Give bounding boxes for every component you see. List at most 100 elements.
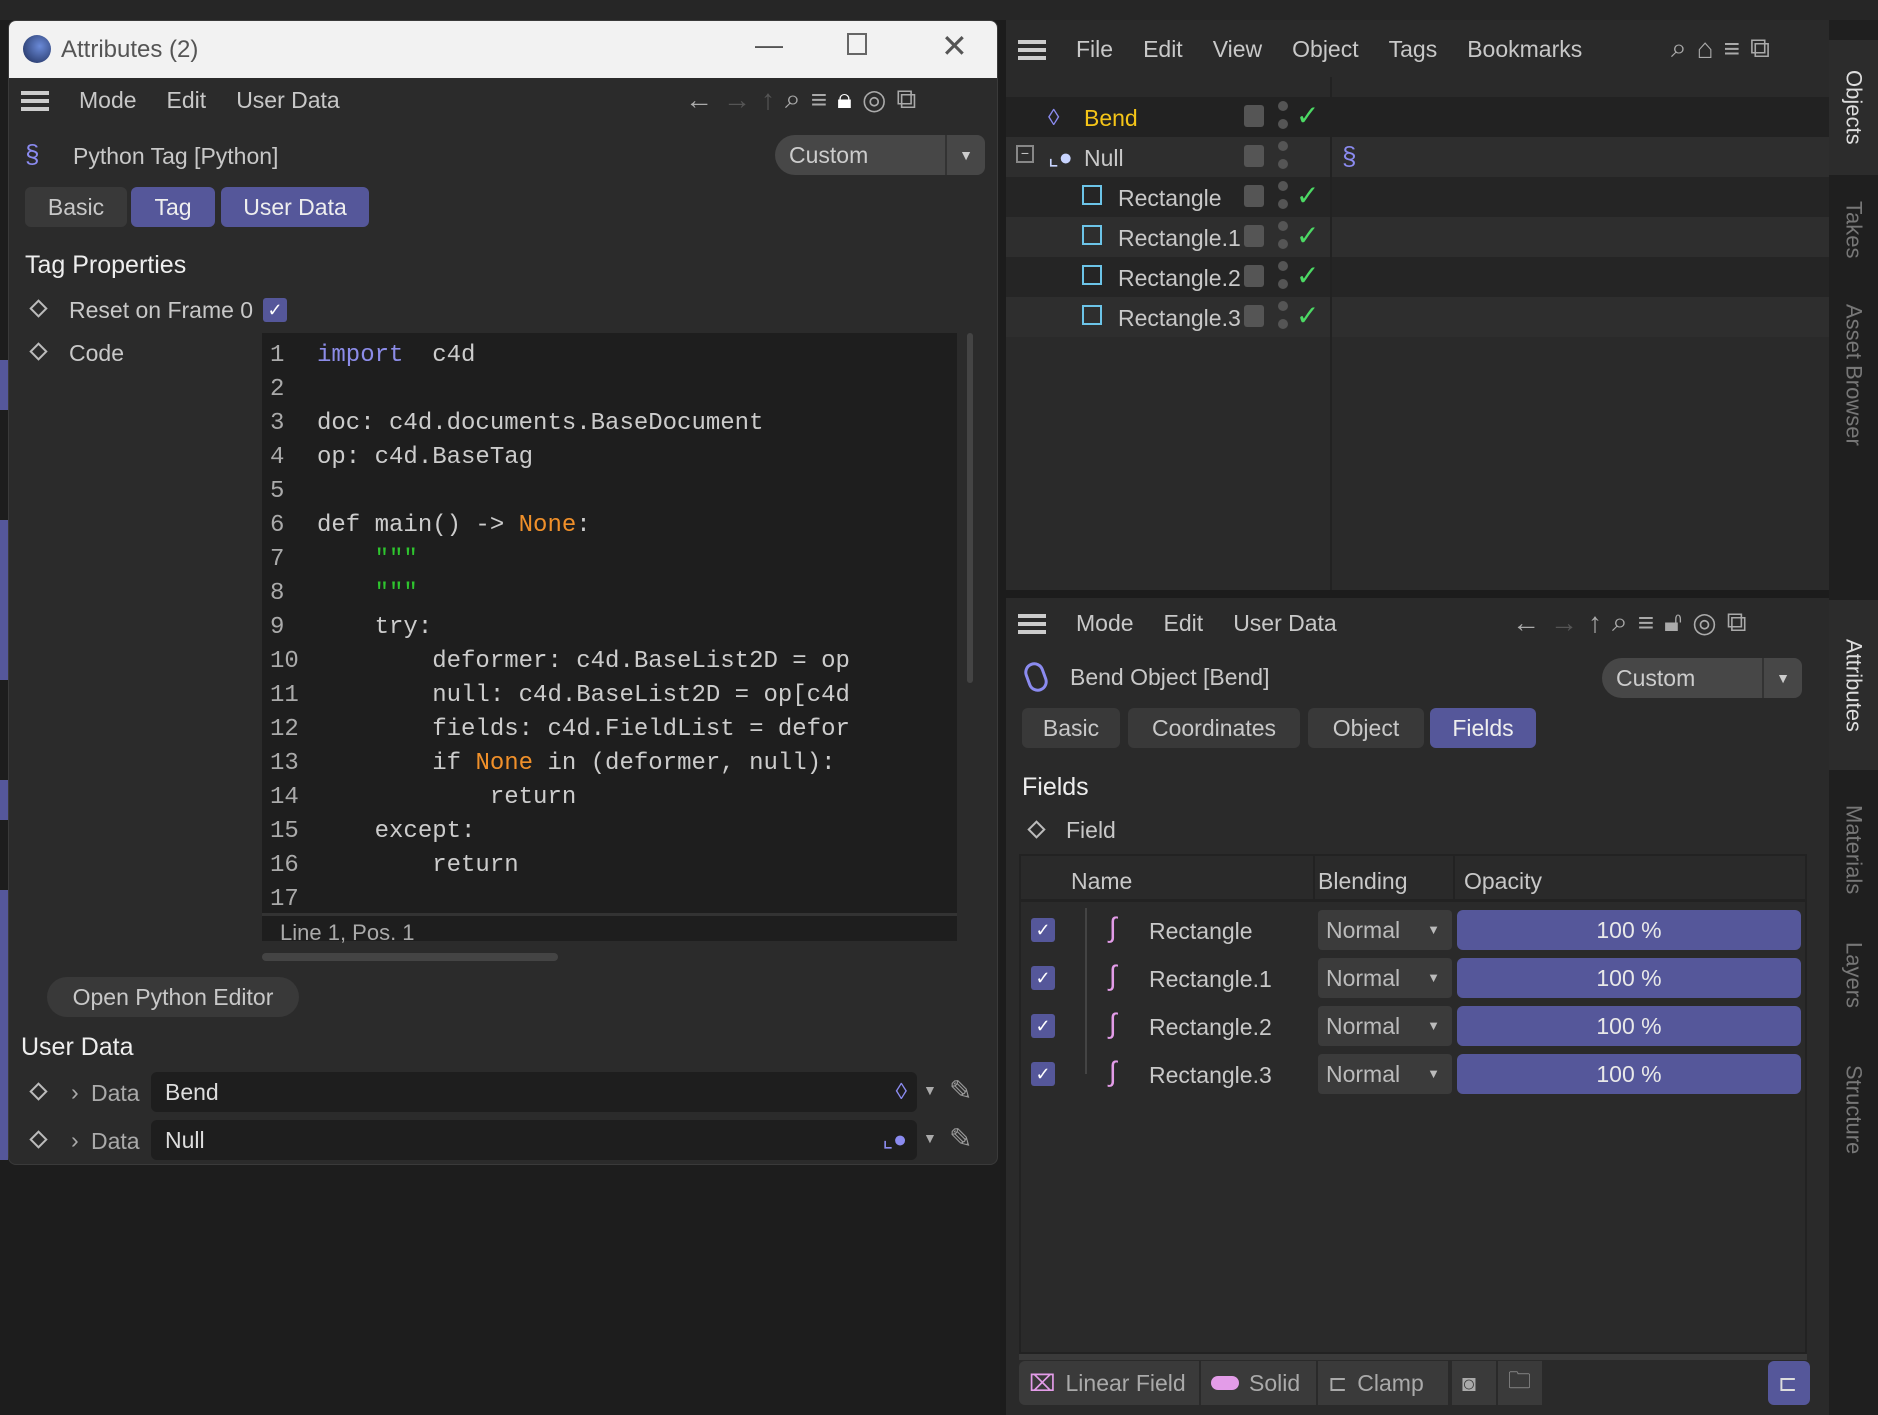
blending-dropdown[interactable]: Normal ▼	[1318, 910, 1452, 950]
field-row[interactable]: ✓ ∫ Rectangle.1 Normal ▼ 100 %	[1021, 956, 1805, 1004]
tab-user-data[interactable]: User Data	[221, 187, 369, 227]
visibility-dot-editor[interactable]	[1278, 181, 1288, 191]
object-row[interactable]: − ⌞● Null §	[1006, 137, 1829, 177]
menu-mode[interactable]: Mode	[79, 87, 137, 114]
side-tab-layers[interactable]: Layers	[1829, 925, 1878, 1025]
filter-icon[interactable]: ≡	[811, 84, 827, 116]
field-row[interactable]: ✓ ∫ Rectangle Normal ▼ 100 %	[1021, 908, 1805, 956]
object-name[interactable]: Rectangle	[1118, 185, 1222, 212]
object-row[interactable]: ◊ Bend ✓	[1006, 97, 1829, 137]
object-name[interactable]: Bend	[1084, 105, 1138, 132]
eyedropper-icon[interactable]: ✎	[949, 1074, 972, 1107]
new-window-icon[interactable]: ⧉	[1727, 606, 1747, 639]
column-blending[interactable]: Blending	[1318, 868, 1408, 895]
field-row[interactable]: ✓ ∫ Rectangle.2 Normal ▼ 100 %	[1021, 1004, 1805, 1052]
chevron-down-icon[interactable]: ▼	[923, 1130, 937, 1146]
expand-chevron-icon[interactable]: ›	[71, 1079, 79, 1106]
keyframe-diamond-icon[interactable]	[29, 1130, 48, 1149]
visibility-dot-render[interactable]	[1278, 279, 1288, 289]
tab-coordinates[interactable]: Coordinates	[1128, 708, 1300, 748]
field-enable-checkbox[interactable]: ✓	[1031, 966, 1055, 990]
back-arrow-icon[interactable]: ←	[1512, 607, 1540, 639]
object-name[interactable]: Null	[1084, 145, 1124, 172]
opacity-slider[interactable]: 100 %	[1457, 1054, 1801, 1094]
open-python-editor-button[interactable]: Open Python Editor	[47, 977, 299, 1017]
keyframe-diamond-icon[interactable]	[29, 299, 48, 318]
expand-chevron-icon[interactable]: ›	[71, 1127, 79, 1154]
object-name[interactable]: Rectangle.1	[1118, 225, 1241, 252]
object-row[interactable]: Rectangle.2 ✓	[1006, 257, 1829, 297]
maximize-button[interactable]	[847, 33, 867, 55]
field-row[interactable]: ✓ ∫ Rectangle.3 Normal ▼ 100 %	[1021, 1052, 1805, 1096]
visibility-dot-editor[interactable]	[1278, 221, 1288, 231]
back-arrow-icon[interactable]: ←	[685, 84, 713, 116]
menu-edit[interactable]: Edit	[1164, 610, 1204, 637]
object-row[interactable]: Rectangle.3 ✓	[1006, 297, 1829, 337]
mask-button[interactable]: ◙	[1452, 1361, 1496, 1405]
preset-dropdown[interactable]: Custom ▼	[775, 135, 985, 175]
side-tab-asset-browser[interactable]: Asset Browser	[1829, 280, 1878, 470]
menu-mode[interactable]: Mode	[1076, 610, 1134, 637]
search-icon[interactable]: ⌕	[1671, 32, 1687, 65]
object-name[interactable]: Rectangle.3	[1118, 305, 1241, 332]
visibility-dot-render[interactable]	[1278, 159, 1288, 169]
side-tab-takes[interactable]: Takes	[1829, 180, 1878, 280]
clamp-button[interactable]: ⊏ Clamp	[1318, 1361, 1448, 1405]
blending-dropdown[interactable]: Normal ▼	[1318, 958, 1452, 998]
search-icon[interactable]: ⌕	[785, 83, 801, 116]
tab-fields[interactable]: Fields	[1430, 708, 1536, 748]
menu-edit[interactable]: Edit	[167, 87, 207, 114]
edit-layer-icon[interactable]	[1244, 225, 1264, 247]
column-name[interactable]: Name	[1071, 868, 1132, 895]
menu-user-data[interactable]: User Data	[236, 87, 340, 114]
home-icon[interactable]: ⌂	[1697, 33, 1714, 65]
keyframe-diamond-icon[interactable]	[29, 342, 48, 361]
side-tab-attributes[interactable]: Attributes	[1829, 600, 1878, 770]
code-horizontal-scrollbar[interactable]	[262, 953, 558, 961]
resize-handle[interactable]	[1019, 1354, 1807, 1360]
preset-dropdown[interactable]: Custom ▼	[1602, 658, 1802, 698]
reset-checkbox[interactable]: ✓	[263, 298, 287, 322]
blending-dropdown[interactable]: Normal ▼	[1318, 1006, 1452, 1046]
side-tab-objects[interactable]: Objects	[1829, 40, 1878, 175]
collapse-icon[interactable]: −	[1016, 145, 1034, 163]
blending-dropdown[interactable]: Normal ▼	[1318, 1054, 1452, 1094]
edit-layer-icon[interactable]	[1244, 265, 1264, 287]
enabled-check-icon[interactable]: ✓	[1296, 179, 1319, 212]
menu-object[interactable]: Object	[1292, 36, 1358, 63]
object-row[interactable]: Rectangle.1 ✓	[1006, 217, 1829, 257]
edit-layer-icon[interactable]	[1244, 105, 1264, 127]
filter-icon[interactable]: ≡	[1638, 607, 1654, 639]
add-folder-button[interactable]: 🗀	[1498, 1361, 1542, 1405]
solid-button[interactable]: Solid	[1201, 1361, 1316, 1405]
edit-layer-icon[interactable]	[1244, 145, 1264, 167]
visibility-dot-render[interactable]	[1278, 199, 1288, 209]
side-tab-structure[interactable]: Structure	[1829, 1035, 1878, 1185]
tab-tag[interactable]: Tag	[131, 187, 215, 227]
hamburger-icon[interactable]	[21, 90, 49, 111]
object-row[interactable]: Rectangle ✓	[1006, 177, 1829, 217]
forward-arrow-icon[interactable]: →	[1550, 607, 1578, 639]
eyedropper-icon[interactable]: ✎	[949, 1122, 972, 1155]
forward-arrow-icon[interactable]: →	[723, 84, 751, 116]
python-tag-icon[interactable]: §	[1342, 141, 1356, 172]
close-button[interactable]: ✕	[941, 27, 968, 65]
opacity-slider[interactable]: 100 %	[1457, 958, 1801, 998]
field-enable-checkbox[interactable]: ✓	[1031, 1014, 1055, 1038]
link-field[interactable]: Bend ◊	[151, 1072, 917, 1112]
menu-view[interactable]: View	[1213, 36, 1262, 63]
menu-file[interactable]: File	[1076, 36, 1113, 63]
tab-object[interactable]: Object	[1308, 708, 1424, 748]
menu-tags[interactable]: Tags	[1389, 36, 1438, 63]
chevron-down-icon[interactable]: ▼	[923, 1082, 937, 1098]
target-icon[interactable]: ◎	[862, 83, 886, 116]
column-opacity[interactable]: Opacity	[1464, 868, 1542, 895]
up-arrow-icon[interactable]: ↑	[761, 84, 775, 116]
visibility-dot-editor[interactable]	[1278, 141, 1288, 151]
filter-icon[interactable]: ≡	[1724, 33, 1740, 65]
enabled-check-icon[interactable]: ✓	[1296, 99, 1319, 132]
menu-user-data[interactable]: User Data	[1233, 610, 1337, 637]
lock-icon[interactable]: 🔓︎	[1664, 606, 1682, 639]
code-editor[interactable]: 1 import c4d 2 3 doc: c4d.documents.BaseDocu…	[262, 333, 957, 945]
enabled-check-icon[interactable]: ✓	[1296, 259, 1319, 292]
